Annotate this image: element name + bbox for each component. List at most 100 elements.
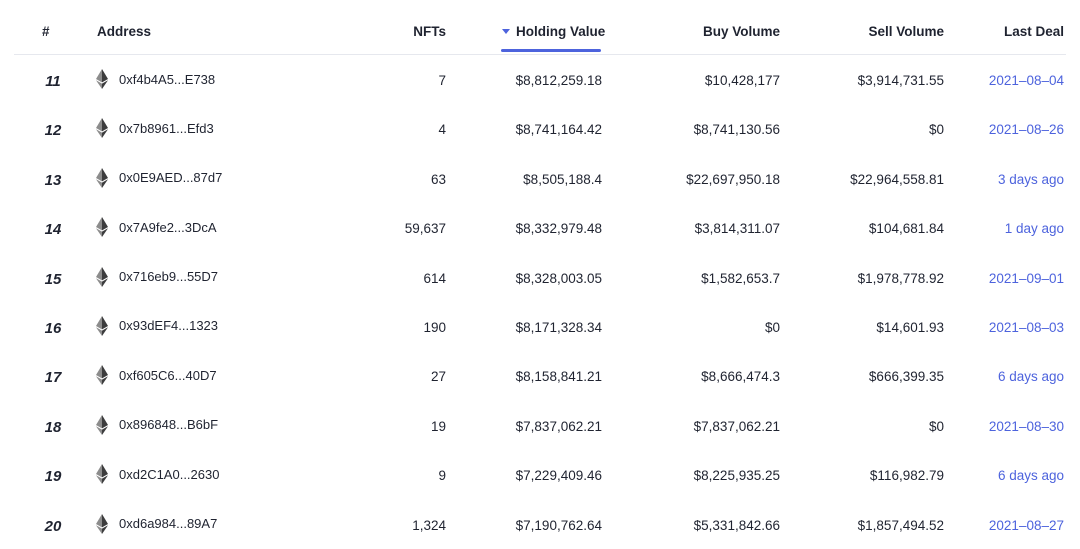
address-cell[interactable]: 0x93dEF4...1323 (96, 315, 218, 336)
sell-volume: $22,964,558.81 (850, 171, 944, 187)
nft-count: 59,637 (404, 221, 446, 237)
buy-volume: $8,666,474.3 (701, 369, 780, 385)
nft-count: 7 (438, 73, 446, 88)
rank-number: 17 (44, 369, 62, 387)
address-cell[interactable]: 0xd2C1A0...2630 (96, 464, 219, 485)
buy-volume: $0 (764, 319, 780, 335)
wallet-address[interactable]: 0x716eb9...55D7 (119, 269, 218, 284)
holding-value: $8,158,841.21 (515, 369, 602, 385)
nft-count: 19 (430, 418, 446, 434)
holding-value: $7,190,762.64 (515, 517, 602, 533)
last-deal-link[interactable]: 3 days ago (998, 172, 1064, 187)
wallet-address[interactable]: 0xd2C1A0...2630 (119, 467, 219, 482)
column-header-nfts[interactable]: NFTs (413, 24, 446, 39)
address-cell[interactable]: 0xf605C6...40D7 (96, 365, 217, 386)
ethereum-icon (96, 118, 108, 139)
column-header-buy-volume[interactable]: Buy Volume (703, 24, 780, 39)
rank-number: 13 (44, 171, 62, 189)
table-row[interactable]: 19 0xd2C1A0...2630 9 $7,229,409.46 $8,22… (14, 450, 1066, 499)
holding-value: $8,741,164.42 (515, 122, 602, 138)
column-header-holding-value[interactable]: Holding Value (502, 24, 605, 39)
sell-volume: $3,914,731.55 (857, 73, 944, 88)
sell-volume: $666,399.35 (868, 369, 944, 385)
column-header-address[interactable]: Address (97, 24, 151, 39)
last-deal-link[interactable]: 2021–08–04 (989, 73, 1064, 88)
nft-count: 1,324 (412, 517, 446, 533)
table-row[interactable]: 14 0x7A9fe2...3DcA 59,637 $8,332,979.48 … (14, 203, 1066, 252)
nft-count: 9 (438, 468, 446, 484)
ethereum-icon (96, 315, 108, 336)
address-cell[interactable]: 0x716eb9...55D7 (96, 266, 218, 287)
buy-volume: $22,697,950.18 (686, 171, 780, 187)
ethereum-icon (96, 513, 108, 534)
wallet-address[interactable]: 0x0E9AED...87d7 (119, 170, 222, 185)
ethereum-icon (96, 365, 108, 386)
holding-value: $7,837,062.21 (515, 418, 602, 434)
rank-number: 12 (44, 122, 62, 140)
last-deal-link[interactable]: 2021–08–26 (989, 122, 1064, 137)
last-deal-link[interactable]: 2021–08–30 (989, 419, 1064, 434)
table-row[interactable]: 13 0x0E9AED...87d7 63 $8,505,188.4 $22,6… (14, 154, 1066, 203)
wallet-address[interactable]: 0xd6a984...89A7 (119, 516, 217, 531)
buy-volume: $3,814,311.07 (694, 221, 780, 237)
table-row[interactable]: 15 0x716eb9...55D7 614 $8,328,003.05 $1,… (14, 253, 1066, 302)
column-header-sell-volume[interactable]: Sell Volume (868, 24, 944, 39)
last-deal-link[interactable]: 6 days ago (998, 369, 1064, 384)
table-row[interactable]: 18 0x896848...B6bF 19 $7,837,062.21 $7,8… (14, 401, 1066, 450)
address-cell[interactable]: 0x7A9fe2...3DcA (96, 217, 217, 238)
address-cell[interactable]: 0xf4b4A5...E738 (96, 69, 215, 89)
wallet-address[interactable]: 0x896848...B6bF (119, 417, 218, 432)
table-row[interactable]: 20 0xd6a984...89A7 1,324 $7,190,762.64 $… (14, 500, 1066, 549)
last-deal-link[interactable]: 6 days ago (998, 468, 1064, 483)
address-cell[interactable]: 0xd6a984...89A7 (96, 513, 217, 534)
last-deal-link[interactable]: 2021–08–27 (989, 518, 1064, 533)
rank-number: 18 (44, 418, 62, 436)
ethereum-icon (96, 464, 108, 485)
buy-volume: $10,428,177 (704, 73, 780, 88)
holding-value: $8,332,979.48 (515, 221, 602, 237)
address-cell[interactable]: 0x7b8961...Efd3 (96, 118, 214, 139)
last-deal-link[interactable]: 1 day ago (1005, 221, 1064, 236)
rank-number: 15 (44, 270, 62, 288)
address-cell[interactable]: 0x896848...B6bF (96, 414, 218, 435)
table-row[interactable]: 16 0x93dEF4...1323 190 $8,171,328.34 $0 … (14, 302, 1066, 351)
sort-desc-icon (502, 29, 510, 34)
wallet-address[interactable]: 0x93dEF4...1323 (119, 318, 218, 333)
nft-count: 4 (438, 122, 446, 138)
wallet-address[interactable]: 0xf605C6...40D7 (119, 368, 217, 383)
last-deal-link[interactable]: 2021–08–03 (989, 320, 1064, 335)
rank-number: 11 (45, 73, 61, 90)
holders-table: # Address NFTs Holding Value Buy Volume … (14, 0, 1066, 549)
table-header: # Address NFTs Holding Value Buy Volume … (14, 0, 1066, 55)
sell-volume: $116,982.79 (869, 468, 944, 484)
sell-volume: $1,978,778.92 (857, 270, 944, 286)
buy-volume: $8,741,130.56 (693, 122, 780, 138)
table-row[interactable]: 12 0x7b8961...Efd3 4 $8,741,164.42 $8,74… (14, 104, 1066, 153)
rank-number: 19 (44, 468, 62, 486)
buy-volume: $7,837,062.21 (693, 418, 780, 434)
sell-volume: $104,681.84 (868, 221, 944, 237)
column-header-last-deal[interactable]: Last Deal (1004, 24, 1064, 39)
active-sort-indicator (501, 49, 601, 52)
address-cell[interactable]: 0x0E9AED...87d7 (96, 167, 222, 188)
table-body: 11 0xf4b4A5...E738 7 $8,812,259.18 $10,4… (14, 55, 1066, 549)
holding-value: $8,328,003.05 (515, 270, 602, 286)
ethereum-icon (96, 69, 108, 89)
sell-volume: $14,601.93 (876, 319, 944, 335)
sell-volume: $0 (928, 122, 944, 138)
holding-value: $8,505,188.4 (523, 171, 602, 187)
buy-volume: $5,331,842.66 (693, 517, 780, 533)
last-deal-link[interactable]: 2021–09–01 (989, 271, 1064, 286)
buy-volume: $1,582,653.7 (701, 270, 780, 286)
wallet-address[interactable]: 0x7b8961...Efd3 (119, 121, 214, 136)
table-row[interactable]: 11 0xf4b4A5...E738 7 $8,812,259.18 $10,4… (14, 55, 1066, 104)
holding-value: $8,171,328.34 (515, 319, 602, 335)
wallet-address[interactable]: 0x7A9fe2...3DcA (119, 220, 217, 235)
column-header-rank: # (42, 24, 50, 39)
table-row[interactable]: 17 0xf605C6...40D7 27 $8,158,841.21 $8,6… (14, 351, 1066, 400)
nft-count: 190 (423, 319, 446, 335)
wallet-address[interactable]: 0xf4b4A5...E738 (119, 72, 215, 87)
holding-value: $8,812,259.18 (515, 73, 602, 88)
column-header-holding-value-label: Holding Value (516, 24, 606, 39)
rank-number: 16 (44, 319, 62, 337)
